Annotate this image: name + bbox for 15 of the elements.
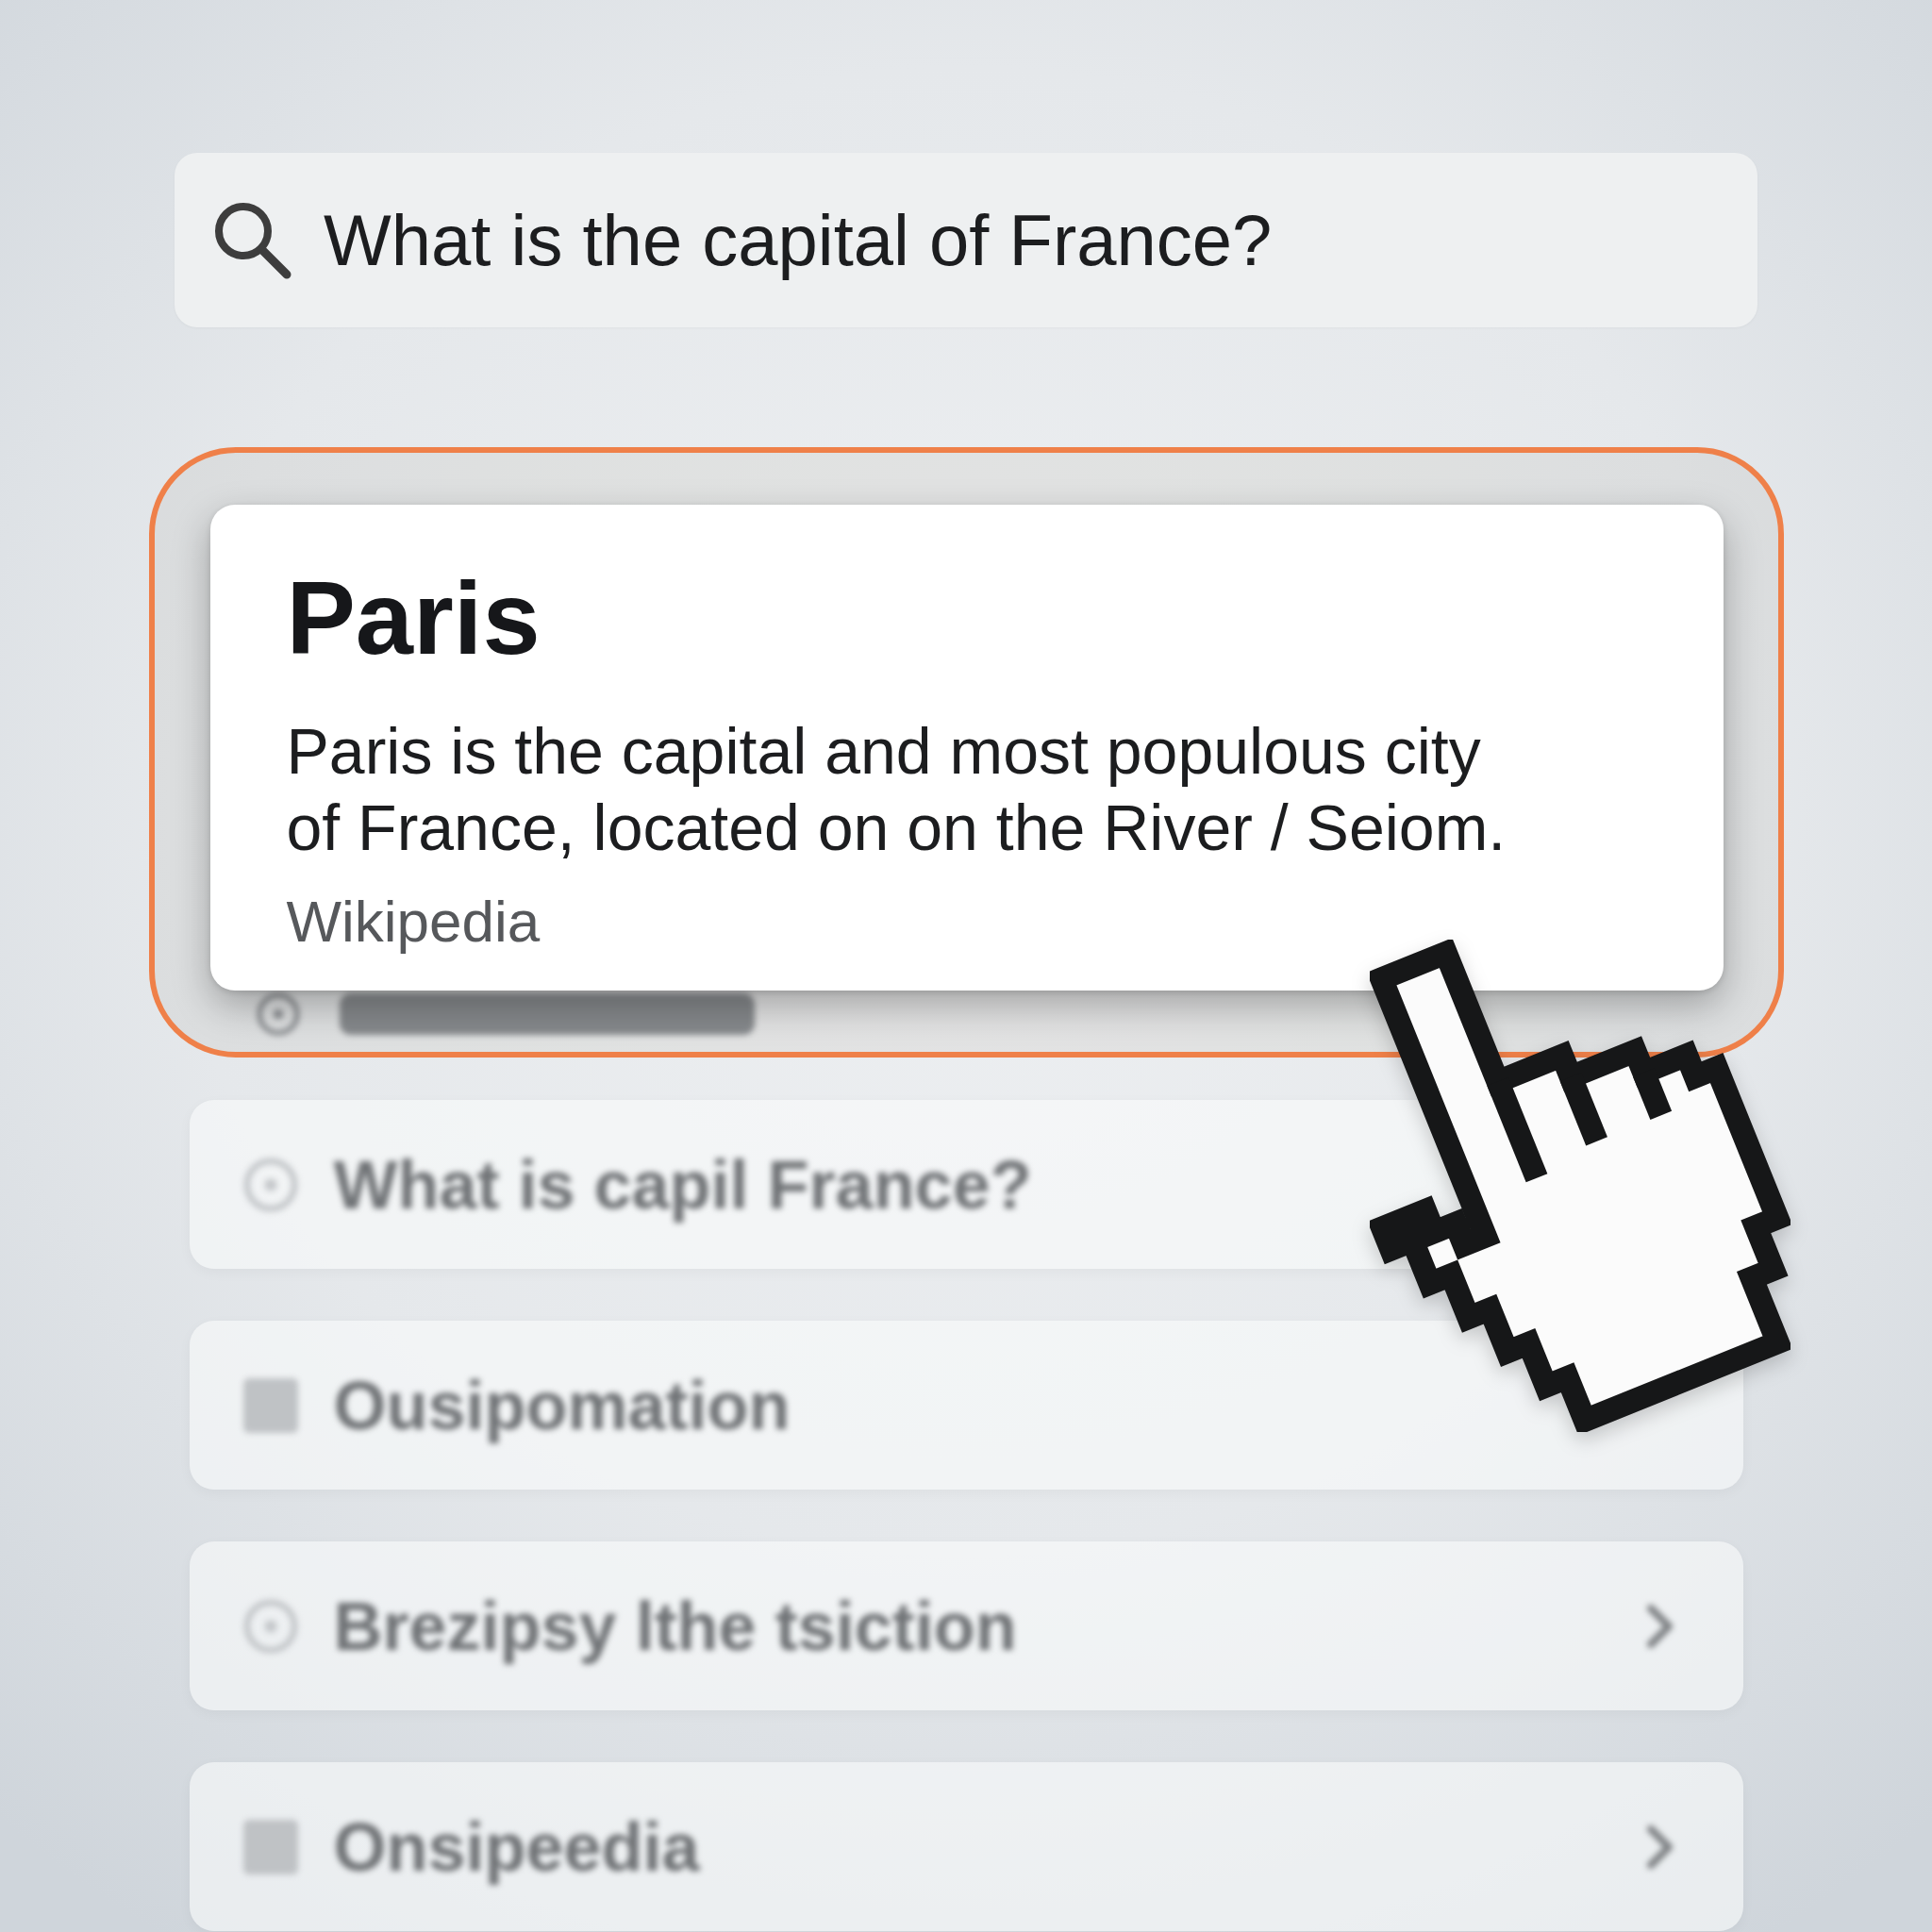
result-description: Paris is the capital and most populous city of France, located on on the River / Seiom. (286, 714, 1507, 865)
result-row[interactable]: Brezipsy lthe tsiction (189, 1541, 1743, 1710)
search-icon (214, 201, 291, 279)
result-row[interactable]: Ousipomation (189, 1321, 1743, 1490)
source-label: Wikipedia (286, 888, 541, 956)
result-title: Paris (286, 566, 541, 670)
square-icon (242, 1377, 298, 1433)
hand-pointer-icon (1370, 940, 1790, 1432)
circle-icon (242, 1598, 298, 1654)
result-row[interactable]: Onsipeedia (189, 1762, 1743, 1931)
answer-card[interactable]: Paris Paris is the capital and most populous city of France, located on on the River / Seiom. Wikipedia (209, 505, 1724, 991)
square-icon (242, 1819, 298, 1874)
circle-icon (242, 1157, 298, 1212)
circle-icon (256, 992, 300, 1036)
search-field[interactable]: What is the capital of France? (175, 153, 1757, 327)
